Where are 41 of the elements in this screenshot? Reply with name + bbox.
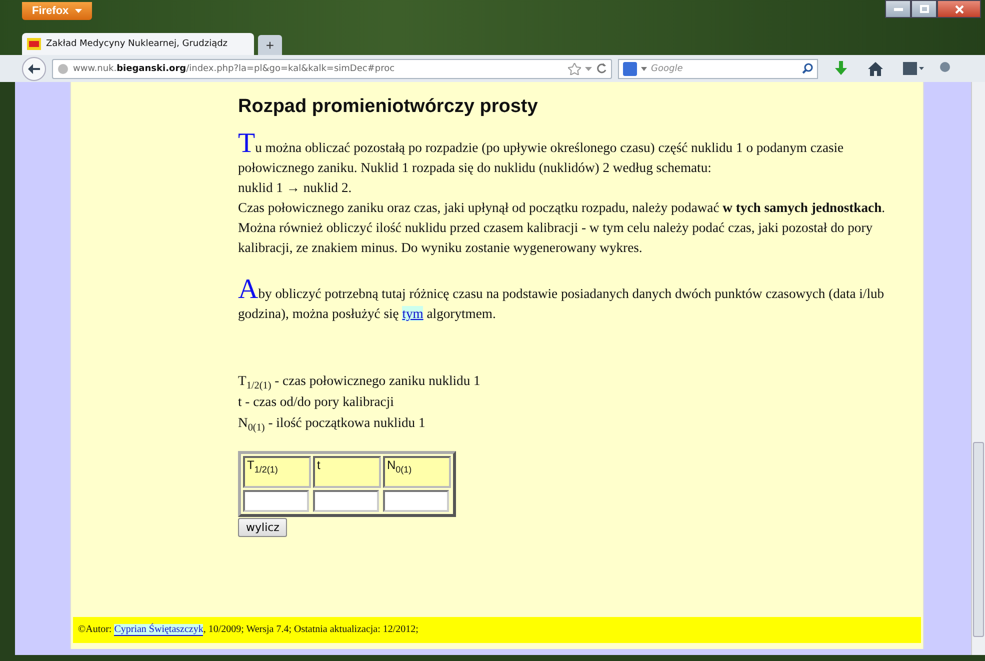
scrollbar-thumb[interactable] bbox=[973, 442, 984, 637]
star-icon bbox=[568, 62, 581, 74]
search-icon bbox=[802, 63, 813, 74]
input-field[interactable] bbox=[313, 490, 379, 512]
browser-tab[interactable]: Zakład Medycyny Nuklearnej, Grudziądz bbox=[22, 33, 254, 55]
column-header: N$_{0(1)}$ bbox=[383, 456, 451, 488]
back-button[interactable] bbox=[22, 56, 46, 80]
maximize-icon bbox=[920, 5, 928, 13]
reload-icon bbox=[596, 63, 607, 74]
page-heading: Rozpad promieniotwórczy prosty bbox=[238, 96, 539, 118]
minimize-icon bbox=[894, 8, 902, 10]
close-icon bbox=[954, 4, 964, 14]
close-button[interactable] bbox=[937, 0, 981, 18]
paragraph-text: Tu można obliczać pozostałą po rozpadzie (po upływie określonego czasu) część nuklidu 1 o podanym czasie połowicznego zaniku. Nuklid 1 rozpada się do nuklidu (nuklidów) 2 według schematu: bbox=[238, 134, 845, 177]
column-header: t bbox=[313, 456, 381, 488]
back-arrow-icon bbox=[28, 64, 40, 74]
bookmarks-icon[interactable] bbox=[903, 62, 925, 75]
maximize-button[interactable] bbox=[911, 0, 937, 18]
calculate-button[interactable]: wylicz bbox=[238, 518, 288, 537]
paragraph-text: nuklid 1 → nuklid 2. bbox=[238, 179, 353, 197]
input-field[interactable] bbox=[383, 490, 449, 512]
legend-text: t - czas od/do pory kalibracji bbox=[238, 393, 394, 411]
search-field[interactable]: Google bbox=[618, 58, 818, 78]
dropdown-arrow-icon bbox=[585, 66, 592, 70]
scrollbar[interactable] bbox=[971, 82, 985, 655]
address-bar[interactable]: www.nuk.bieganski.org/index.php?la=pl&go=kal&kalk=simDec#proc bbox=[52, 58, 612, 78]
caret-icon bbox=[74, 9, 82, 13]
search-engine-icon bbox=[623, 62, 637, 76]
dropdown-arrow-icon bbox=[641, 66, 647, 70]
new-tab-button[interactable]: + bbox=[258, 35, 282, 55]
input-field[interactable] bbox=[243, 490, 309, 512]
paragraph-text: Czas połowicznego zaniku oraz czas, jaki upłynął od początku rozpadu, należy podawać w tych samych jednostkach. Można również obliczyć ilość nuklidu przed czasem kalibracji - w tym celu należy podać czas, jaki pozostał do pory kalibracji, ze znakiem minus. Do wyniku zostanie wygenerowany wykres. bbox=[238, 199, 886, 257]
text-link[interactable]: tym bbox=[402, 306, 424, 321]
download-icon[interactable] bbox=[834, 61, 848, 76]
legend-text: N$_{0(1)}$ - ilość początkowa nuklidu 1 bbox=[238, 414, 426, 433]
home-icon[interactable] bbox=[868, 62, 883, 76]
paragraph-text: Aby obliczyć potrzebną tutaj różnicę czasu na podstawie posiadanych danych dwóch punktów czasowych (data i/lub godzina), można posłużyć się tym algorytmem. bbox=[238, 280, 886, 323]
legend-text: T$_{1/2(1)}$ - czas połowicznego zaniku nuklidu 1 bbox=[238, 372, 480, 391]
site-logo-icon bbox=[27, 38, 41, 50]
column-header: T$_{1/2(1)}$ bbox=[243, 456, 311, 488]
minimize-button[interactable] bbox=[885, 0, 911, 18]
